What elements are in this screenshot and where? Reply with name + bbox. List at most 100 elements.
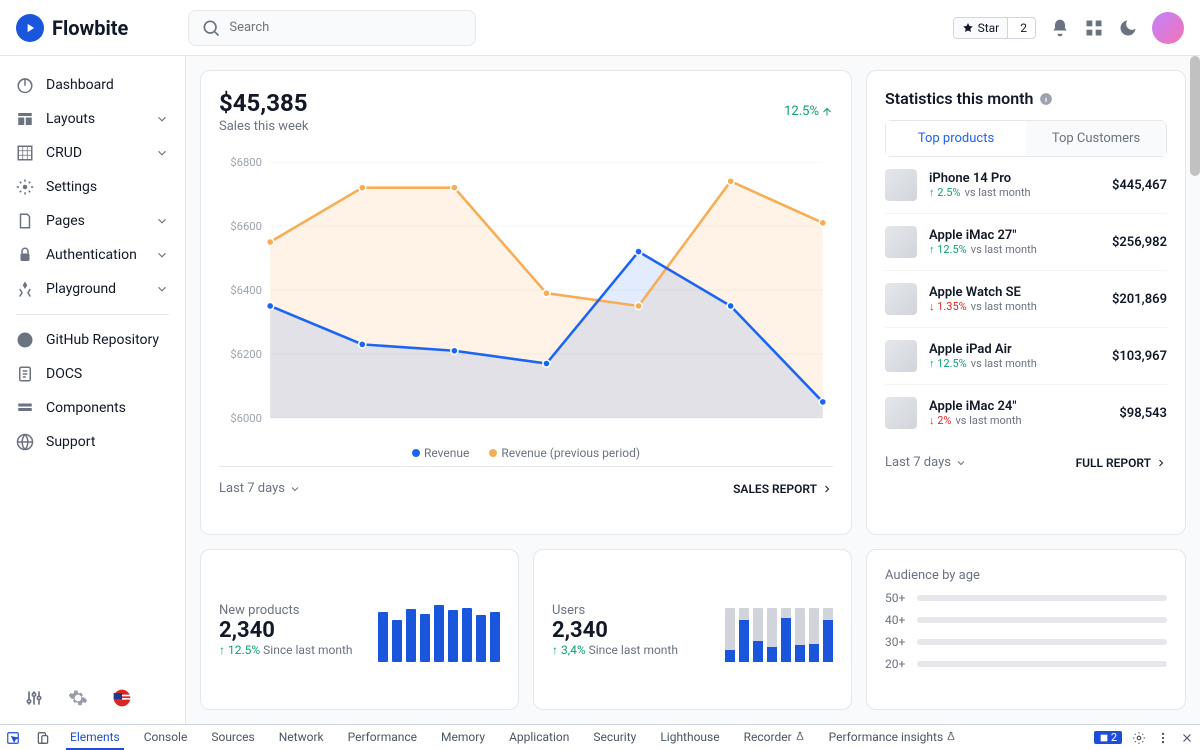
content: $45,385 Sales this week 12.5% $6800$6600… [186, 56, 1200, 724]
devtools-tab-elements[interactable]: Elements [66, 726, 124, 750]
nav-icon [16, 365, 34, 383]
audience-row: 30+ [885, 635, 1167, 649]
info-icon[interactable] [1039, 92, 1053, 106]
nav-label: Authentication [46, 247, 137, 263]
devtools-tab-recorder[interactable]: Recorder [740, 726, 809, 750]
chevron-right-icon [1155, 457, 1167, 469]
sales-card: $45,385 Sales this week 12.5% $6800$6600… [200, 70, 852, 535]
product-row[interactable]: iPhone 14 Pro ↑ 2.5% vs last month $445,… [885, 157, 1167, 214]
range-select[interactable]: Last 7 days [219, 481, 301, 496]
sidebar-item-dashboard[interactable]: Dashboard [0, 68, 185, 102]
audience-row: 50+ [885, 591, 1167, 605]
chevron-down-icon [155, 146, 169, 160]
sidebar-item-support[interactable]: Support [0, 425, 185, 459]
devtools-tab-performance[interactable]: Performance [344, 726, 421, 750]
chart-legend: Revenue Revenue (previous period) [219, 440, 833, 467]
devtools-bar: Elements Console Sources Network Performance… [0, 724, 1200, 750]
sales-report-link[interactable]: SALES REPORT [733, 482, 833, 496]
sidebar-item-pages[interactable]: Pages [0, 204, 185, 238]
nav-label: Support [46, 434, 95, 450]
star-count: 2 [1012, 18, 1035, 38]
inspect-icon[interactable] [6, 731, 20, 745]
chevron-down-icon [155, 214, 169, 228]
product-row[interactable]: Apple iMac 27" ↑ 12.5% vs last month $25… [885, 214, 1167, 271]
devtools-issues-badge[interactable]: 2 [1094, 731, 1122, 744]
sales-value: $45,385 [219, 89, 308, 117]
product-name: Apple iMac 24" [929, 399, 1107, 414]
sidebar-item-playground[interactable]: Playground [0, 272, 185, 306]
mini-label: New products [219, 603, 353, 618]
sidebar-item-authentication[interactable]: Authentication [0, 238, 185, 272]
audience-title: Audience by age [885, 568, 1167, 583]
star-icon [962, 22, 974, 34]
apps-grid-icon[interactable] [1084, 18, 1104, 38]
bell-icon[interactable] [1050, 18, 1070, 38]
mini-sparkline [725, 598, 833, 662]
moon-icon[interactable] [1118, 18, 1138, 38]
svg-text:$6200: $6200 [230, 348, 262, 361]
devtools-tab-network[interactable]: Network [275, 726, 328, 750]
audience-card: Audience by age 50+40+30+20+ [866, 549, 1186, 710]
nav-icon [16, 331, 34, 349]
sidebar-item-crud[interactable]: CRUD [0, 136, 185, 170]
mini-value: 2,340 [219, 618, 353, 643]
svg-text:$6000: $6000 [230, 412, 262, 425]
chevron-right-icon [821, 483, 833, 495]
close-icon[interactable] [1180, 731, 1194, 745]
more-icon[interactable] [1156, 731, 1170, 745]
sidebar-item-docs[interactable]: DOCS [0, 357, 185, 391]
search-input-wrap[interactable] [188, 10, 476, 46]
tab-top-products[interactable]: Top products [886, 121, 1026, 156]
product-row[interactable]: Apple iPad Air ↑ 12.5% vs last month $10… [885, 328, 1167, 385]
sidebar-item-layouts[interactable]: Layouts [0, 102, 185, 136]
avatar[interactable] [1152, 12, 1184, 44]
github-star-button[interactable]: Star 2 [953, 17, 1036, 39]
product-name: Apple iPad Air [929, 342, 1100, 357]
topbar: Flowbite Star 2 [0, 0, 1200, 56]
product-row[interactable]: Apple iMac 24" ↓ 2% vs last month $98,54… [885, 385, 1167, 441]
stats-tabs: Top products Top Customers [885, 120, 1167, 157]
tab-top-customers[interactable]: Top Customers [1026, 121, 1166, 156]
mini-users: Users 2,340 ↑ 3,4% Since last month [533, 549, 852, 710]
arrow-up-icon [821, 106, 833, 118]
devtools-tab-application[interactable]: Application [505, 726, 573, 750]
nav-icon [16, 280, 34, 298]
full-report-link[interactable]: FULL REPORT [1076, 456, 1167, 470]
product-row[interactable]: Apple Watch SE ↓ 1.35% vs last month $20… [885, 271, 1167, 328]
devtools-tab-security[interactable]: Security [589, 726, 640, 750]
sales-chart: $6800$6600$6400$6200$6000 [219, 140, 833, 440]
product-thumb [885, 226, 917, 258]
scrollbar[interactable] [1190, 56, 1200, 176]
adjustments-icon[interactable] [24, 688, 44, 708]
audience-row: 40+ [885, 613, 1167, 627]
chevron-down-icon [289, 483, 301, 495]
sidebar-item-settings[interactable]: Settings [0, 170, 185, 204]
brand[interactable]: Flowbite [16, 14, 128, 42]
product-thumb [885, 169, 917, 201]
chevron-down-icon [155, 112, 169, 126]
search-icon [201, 18, 221, 38]
devtools-tab-sources[interactable]: Sources [207, 726, 258, 750]
product-price: $201,869 [1112, 292, 1167, 307]
flag-us-icon[interactable] [112, 688, 132, 708]
stats-card: Statistics this month Top products Top C… [866, 70, 1186, 535]
chevron-down-icon [955, 457, 967, 469]
devtools-tab-console[interactable]: Console [140, 726, 192, 750]
device-icon[interactable] [36, 731, 50, 745]
sales-delta: 12.5% [784, 89, 833, 134]
stats-range-select[interactable]: Last 7 days [885, 455, 967, 470]
mini-sparkline [378, 598, 500, 662]
brand-name: Flowbite [52, 16, 128, 40]
gear-icon[interactable] [68, 688, 88, 708]
gear-icon[interactable] [1132, 731, 1146, 745]
product-price: $445,467 [1112, 178, 1167, 193]
sidebar-item-github repository[interactable]: GitHub Repository [0, 323, 185, 357]
mini-label: Users [552, 603, 678, 618]
search-input[interactable] [229, 20, 463, 35]
sidebar-item-components[interactable]: Components [0, 391, 185, 425]
devtools-tab-memory[interactable]: Memory [437, 726, 489, 750]
nav-icon [16, 178, 34, 196]
brand-logo-icon [16, 14, 44, 42]
devtools-tab-lighthouse[interactable]: Lighthouse [656, 726, 723, 750]
devtools-tab-performance insights[interactable]: Performance insights [825, 726, 961, 750]
